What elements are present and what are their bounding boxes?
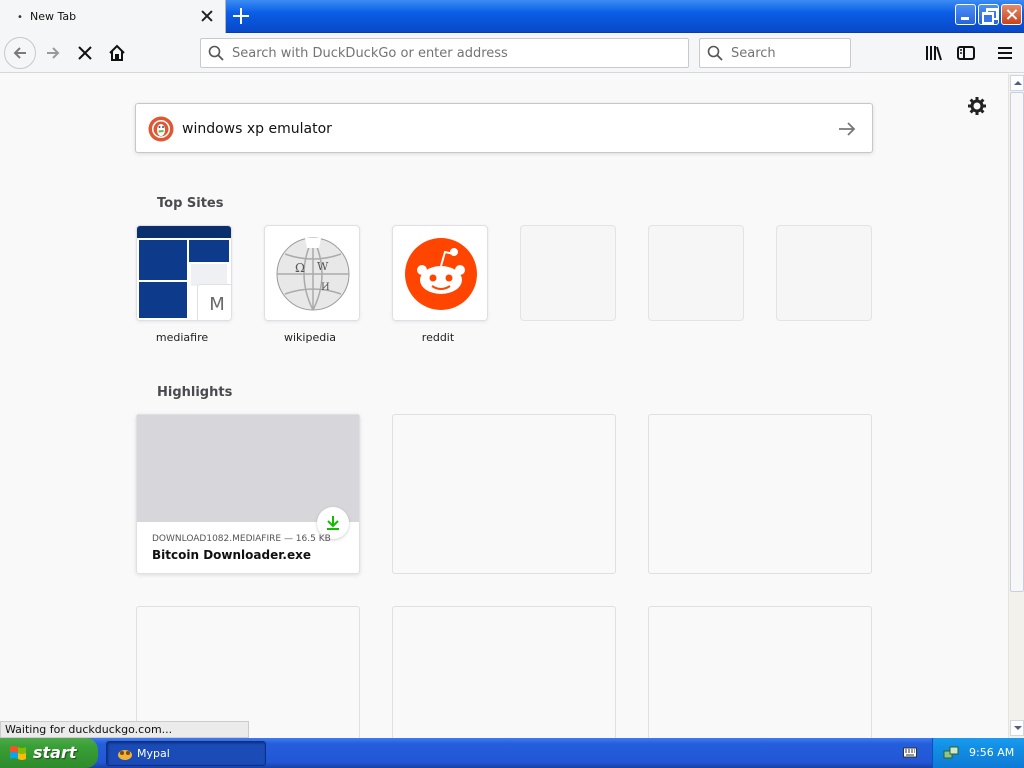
keyboard-icon[interactable] [903,746,917,758]
highlights-heading: Highlights [157,385,233,400]
highlight-card[interactable]: DOWNLOAD1082.MEDIAFIRE — 16.5 KB Bitcoin… [136,414,360,574]
tab-new-tab[interactable]: • New Tab [0,0,226,33]
web-search-box[interactable]: windows xp emulator [135,103,873,153]
gear-icon[interactable] [965,94,989,118]
sidebar-icon [957,46,975,60]
download-icon [327,516,339,530]
highlight-placeholder [136,606,360,738]
search-icon [707,45,723,61]
tab-loading-dot: • [17,12,23,23]
scroll-up-button[interactable] [1010,75,1024,91]
svg-text:Ω: Ω [295,261,305,275]
taskbar: start Mypal 9:56 AM [0,738,1024,768]
highlight-source: DOWNLOAD1082.MEDIAFIRE — 16.5 KB [152,534,331,544]
library-icon [926,46,942,61]
stop-button[interactable] [69,37,101,69]
highlight-title: Bitcoin Downloader.exe [152,548,311,562]
home-icon [109,44,125,61]
minimize-button[interactable] [955,4,976,25]
sidebar-button[interactable] [950,37,982,69]
forward-button[interactable] [37,37,69,69]
highlight-placeholder [648,414,872,574]
forward-arrow-icon [47,47,60,59]
start-label: start [33,743,77,762]
highlight-placeholder [392,606,616,738]
taskbar-item-mypal[interactable]: Mypal [106,741,266,766]
back-arrow-icon [13,47,26,59]
restore-button[interactable] [978,4,999,25]
network-icon[interactable] [943,745,959,761]
address-placeholder: Search with DuckDuckGo or enter address [232,46,508,61]
tab-strip: • New Tab [0,0,1024,33]
mypal-app-icon [118,750,132,760]
arrow-right-icon[interactable] [836,118,858,140]
highlight-placeholder [392,414,616,574]
top-site-mediafire[interactable]: M [136,225,232,321]
search-bar[interactable]: Search [699,38,851,68]
reddit-logo [405,238,477,310]
svg-text:W: W [317,260,329,273]
top-site-label-reddit[interactable]: reddit [390,331,486,344]
new-tab-page: windows xp emulator Top Sites M mediafir… [0,74,1008,738]
mediafire-badge: M [197,284,231,320]
address-bar[interactable]: Search with DuckDuckGo or enter address [200,38,689,68]
highlight-thumbnail [137,415,359,522]
top-sites-heading: Top Sites [157,196,224,211]
wikipedia-globe-icon: Ω W И [276,237,350,311]
tab-title: New Tab [30,10,77,23]
status-text: Waiting for duckduckgo.com... [0,721,249,738]
start-button[interactable]: start [0,738,98,768]
search-placeholder: Search [731,46,776,61]
windows-flag-icon [10,746,26,760]
new-tab-button[interactable] [231,6,251,26]
search-query-text: windows xp emulator [182,121,332,137]
top-site-empty[interactable] [520,225,616,321]
close-window-button[interactable] [1001,4,1022,25]
library-button[interactable] [918,37,950,69]
taskbar-item-label: Mypal [137,747,170,760]
top-site-reddit[interactable] [392,225,488,321]
back-button[interactable] [4,37,36,69]
system-tray: 9:56 AM [932,738,1024,768]
navigation-toolbar: Search with DuckDuckGo or enter address … [0,33,1024,73]
scroll-thumb[interactable] [1010,92,1024,592]
tab-close-icon[interactable] [199,8,215,24]
scroll-down-button[interactable] [1010,720,1024,736]
svg-text:И: И [321,282,330,293]
search-icon [208,45,224,61]
hamburger-menu-icon [998,47,1012,59]
stop-icon [78,46,92,60]
clock[interactable]: 9:56 AM [969,746,1014,759]
top-site-empty[interactable] [776,225,872,321]
top-site-wikipedia[interactable]: Ω W И [264,225,360,321]
vertical-scrollbar[interactable] [1008,74,1024,738]
menu-button[interactable] [989,37,1021,69]
top-site-empty[interactable] [648,225,744,321]
highlight-placeholder [648,606,872,738]
top-site-label-mediafire[interactable]: mediafire [134,331,230,344]
top-site-label-wikipedia[interactable]: wikipedia [262,331,358,344]
duckduckgo-logo [148,116,174,142]
home-button[interactable] [101,37,133,69]
